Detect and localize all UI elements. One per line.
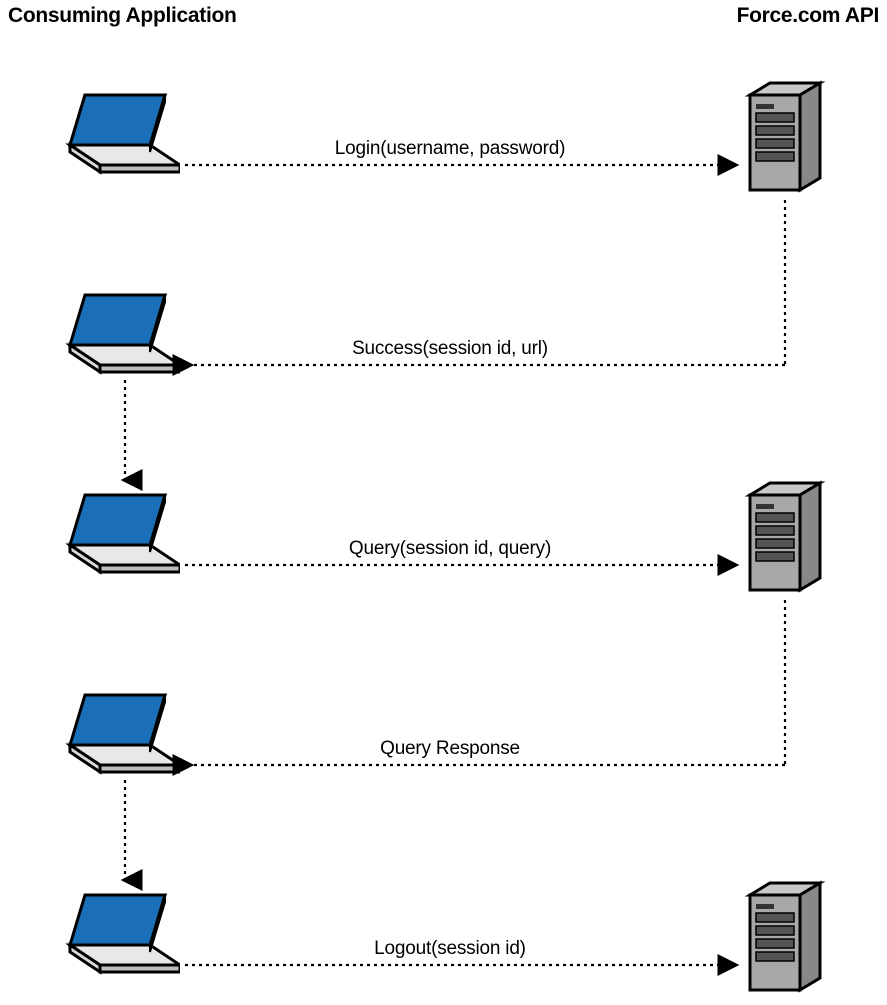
sequence-diagram: Login(username, password) Success(sessio… <box>0 50 887 1000</box>
header-right-label: Force.com API <box>737 4 879 28</box>
sequence-arrows <box>0 50 887 1000</box>
header-left-label: Consuming Application <box>8 4 237 28</box>
